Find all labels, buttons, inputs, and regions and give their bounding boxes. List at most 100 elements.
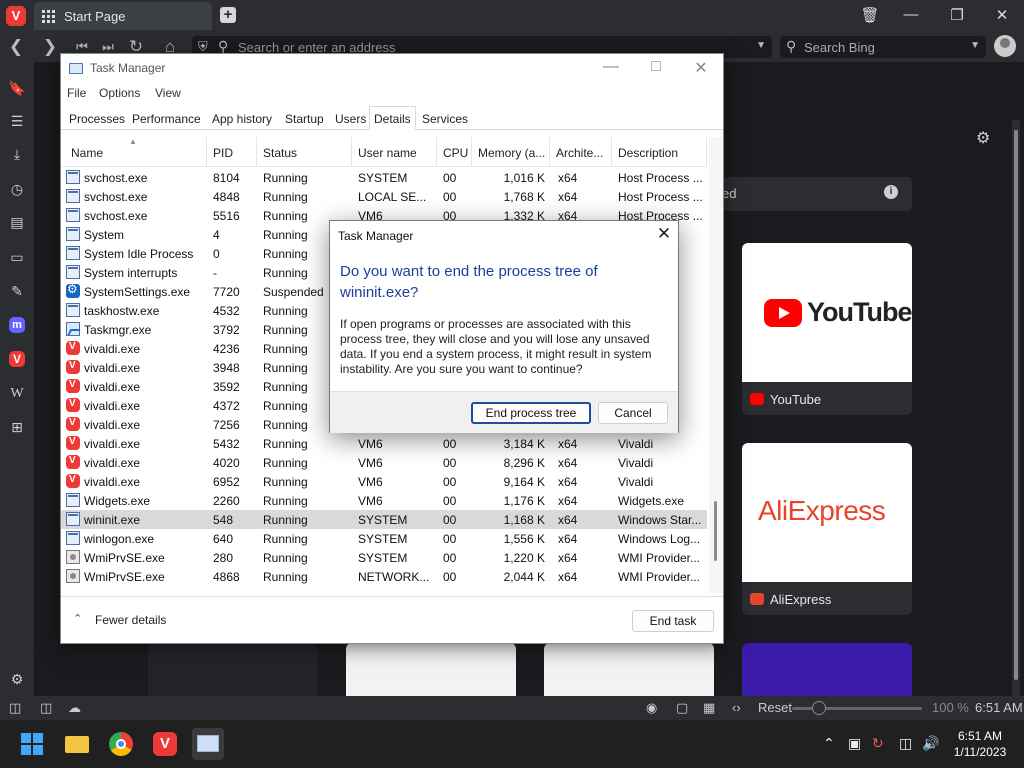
- tab-users[interactable]: Users: [330, 106, 371, 130]
- cell-pid: 3948: [213, 361, 240, 375]
- table-row[interactable]: WmiPrvSE.exe 4868 Running NETWORK... 00 2,044…: [61, 567, 707, 586]
- code-icon[interactable]: ‹›: [732, 700, 741, 715]
- menu-options[interactable]: Options: [99, 86, 140, 100]
- column-header-cpu[interactable]: CPU: [437, 137, 472, 167]
- chevron-down-icon[interactable]: ▼: [970, 40, 980, 51]
- sync-cloud-icon[interactable]: ☁: [68, 700, 81, 716]
- start-button[interactable]: [16, 728, 48, 760]
- trash-icon[interactable]: 🗑: [860, 6, 880, 24]
- table-row[interactable]: svchost.exe 8104 Running SYSTEM 00 1,016 K x64…: [61, 168, 707, 187]
- page-scrollbar-thumb[interactable]: [1014, 130, 1018, 680]
- chevron-down-icon[interactable]: ▼: [756, 40, 766, 51]
- notes-icon[interactable]: ▤: [7, 212, 27, 232]
- camera-icon[interactable]: ◉: [646, 700, 657, 716]
- speed-dial-tile[interactable]: [346, 643, 516, 696]
- new-tab-button[interactable]: +: [220, 7, 236, 23]
- back-icon[interactable]: ❮: [6, 37, 26, 57]
- cell-desc: Vivaldi: [618, 437, 654, 451]
- tray-vivaldi-sync-icon[interactable]: ↻: [872, 735, 884, 752]
- forward-icon[interactable]: ❯: [40, 37, 60, 57]
- column-header-description[interactable]: Description: [612, 137, 707, 167]
- vivaldi-panel-icon[interactable]: V: [9, 351, 25, 367]
- dialog-close-button[interactable]: ✕: [654, 224, 674, 244]
- window-panel-icon[interactable]: ▭: [7, 247, 27, 267]
- cell-name: svchost.exe: [84, 209, 148, 223]
- column-header-user-name[interactable]: User name: [352, 137, 437, 167]
- minimize-button[interactable]: —: [901, 6, 921, 23]
- table-row[interactable]: WmiPrvSE.exe 280 Running SYSTEM 00 1,220 K x64…: [61, 548, 707, 567]
- panel-toggle-icon[interactable]: ◫: [9, 700, 21, 716]
- mastodon-icon[interactable]: m: [9, 317, 25, 333]
- close-button[interactable]: ✕: [992, 6, 1012, 24]
- speed-dial-tile[interactable]: [544, 643, 714, 696]
- cell-pid: 8104: [213, 171, 240, 185]
- table-row[interactable]: svchost.exe 4848 Running LOCAL SE... 00 1,768…: [61, 187, 707, 206]
- speed-dial-tile[interactable]: [742, 643, 912, 696]
- zoom-slider-handle[interactable]: [812, 701, 826, 715]
- end-process-tree-button[interactable]: End process tree: [471, 402, 591, 424]
- image-icon[interactable]: ▦: [703, 700, 715, 716]
- vivaldi-menu-icon[interactable]: V: [6, 6, 26, 26]
- reading-list-icon[interactable]: ☰: [7, 111, 27, 131]
- wikipedia-icon[interactable]: W: [7, 384, 27, 404]
- settings-gear-icon[interactable]: ⚙: [7, 669, 27, 689]
- task-manager-title-bar[interactable]: Task Manager — □ ✕: [61, 54, 723, 82]
- table-row[interactable]: vivaldi.exe 6952 Running VM6 00 9,164 K x64 Viv…: [61, 472, 707, 491]
- page-scrollbar[interactable]: [1012, 120, 1020, 696]
- cell-name: wininit.exe: [84, 513, 141, 527]
- close-button[interactable]: ✕: [691, 58, 711, 78]
- history-icon[interactable]: ◷: [7, 179, 27, 199]
- volume-icon[interactable]: 🔊: [922, 735, 939, 752]
- taskbar-clock[interactable]: 6:51 AM 1/11/2023: [946, 728, 1014, 760]
- display-icon[interactable]: ◫: [899, 735, 912, 752]
- file-explorer-icon[interactable]: [61, 728, 93, 760]
- downloads-icon[interactable]: ⤓: [7, 144, 27, 164]
- add-panel-icon[interactable]: ⊞: [7, 417, 27, 437]
- info-icon[interactable]: i: [884, 185, 898, 199]
- zoom-reset-button[interactable]: Reset: [758, 700, 792, 715]
- speed-dial-aliexpress[interactable]: AliExpress AliExpress: [742, 443, 912, 615]
- table-row[interactable]: Widgets.exe 2260 Running VM6 00 1,176 K x64 Wid…: [61, 491, 707, 510]
- page-tiling-icon[interactable]: ▢: [676, 700, 688, 716]
- tab-tiling-icon[interactable]: ◫: [40, 700, 52, 716]
- cell-pid: 4236: [213, 342, 240, 356]
- speed-dial-tile[interactable]: [148, 643, 318, 696]
- tab-details[interactable]: Details: [369, 106, 416, 130]
- table-row[interactable]: wininit.exe 548 Running SYSTEM 00 1,168 K x64 W…: [61, 510, 707, 529]
- search-input[interactable]: ⚲ Search Bing ▼: [780, 36, 986, 58]
- tab-app-history[interactable]: App history: [207, 106, 277, 130]
- table-scrollbar[interactable]: [709, 137, 723, 593]
- maximize-button[interactable]: ❐: [947, 6, 967, 24]
- tab-startup[interactable]: Startup: [280, 106, 329, 130]
- tab-processes[interactable]: Processes: [64, 106, 130, 130]
- minimize-button[interactable]: —: [601, 58, 621, 76]
- table-row[interactable]: winlogon.exe 640 Running SYSTEM 00 1,556 K x64…: [61, 529, 707, 548]
- menu-file[interactable]: File: [67, 86, 86, 100]
- start-page-settings-icon[interactable]: ⚙: [976, 128, 990, 148]
- tab-start-page[interactable]: Start Page: [34, 2, 212, 30]
- table-row[interactable]: vivaldi.exe 4020 Running VM6 00 8,296 K x64 Viv…: [61, 453, 707, 472]
- tray-app-icon[interactable]: ▣: [848, 735, 861, 752]
- column-header-status[interactable]: Status: [257, 137, 352, 167]
- speed-dial-grid-icon: [42, 10, 55, 23]
- column-header-memory[interactable]: Memory (a...: [472, 137, 550, 167]
- bookmarks-icon[interactable]: 🔖: [7, 78, 27, 98]
- translate-icon[interactable]: ✎: [7, 281, 27, 301]
- avatar[interactable]: [994, 35, 1016, 57]
- maximize-button[interactable]: □: [646, 58, 666, 76]
- speed-dial-youtube[interactable]: YouTube YouTube: [742, 243, 912, 415]
- vivaldi-taskbar-icon[interactable]: V: [149, 728, 181, 760]
- end-task-button[interactable]: End task: [632, 610, 714, 632]
- table-row[interactable]: vivaldi.exe 5432 Running VM6 00 3,184 K x64 Viv…: [61, 434, 707, 453]
- table-scrollbar-thumb[interactable]: [714, 501, 717, 561]
- task-manager-taskbar-icon[interactable]: [192, 728, 224, 760]
- cancel-button[interactable]: Cancel: [598, 402, 668, 424]
- menu-view[interactable]: View: [155, 86, 181, 100]
- tray-overflow-chevron-icon[interactable]: ⌃: [823, 735, 835, 752]
- tab-performance[interactable]: Performance: [127, 106, 206, 130]
- column-header-architecture[interactable]: Archite...: [550, 137, 612, 167]
- column-header-pid[interactable]: PID: [207, 137, 257, 167]
- column-header-name[interactable]: Name: [65, 137, 207, 167]
- tab-services[interactable]: Services: [417, 106, 473, 130]
- chrome-icon[interactable]: [105, 728, 137, 760]
